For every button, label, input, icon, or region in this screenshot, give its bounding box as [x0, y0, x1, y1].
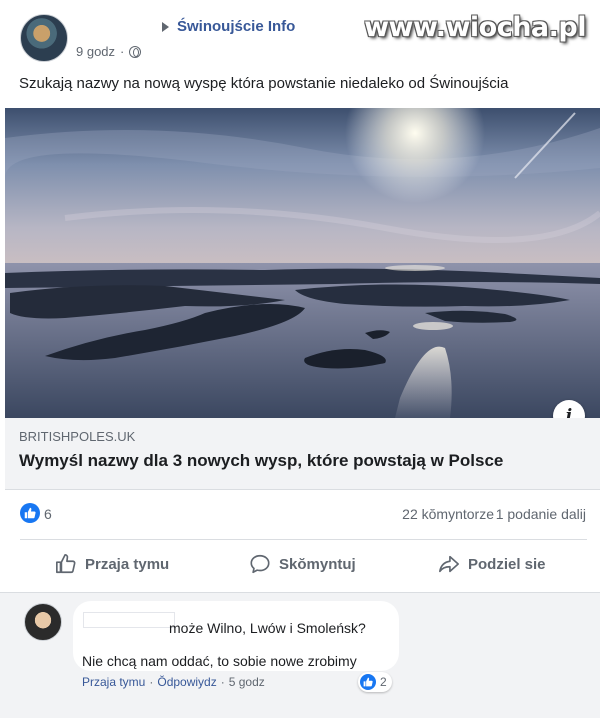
thumbs-up-glyph [24, 507, 36, 519]
redacted-commenter-name [83, 612, 175, 628]
share-button-label: Podziel sie [468, 555, 546, 573]
comment-bubble: może Wilno, Lwów i Smoleńsk? Nie chcą na… [73, 601, 399, 671]
comments-section: może Wilno, Lwów i Smoleńsk? Nie chcą na… [0, 592, 600, 718]
comment-time[interactable]: 5 godz [229, 675, 265, 689]
link-title[interactable]: Wymyśl nazwy dla 3 nowych wysp, które po… [19, 451, 503, 471]
post-header: Świnoujście Info 9 godz · www.wiocha.pl [0, 0, 600, 70]
shares-count[interactable]: 1 podanie dalij [496, 506, 586, 522]
comments-count[interactable]: 22 kŏmyntorze [402, 506, 494, 522]
play-icon [162, 21, 169, 32]
aerial-lagoon-photo [5, 108, 600, 418]
post-time[interactable]: 9 godz [76, 44, 115, 59]
link-preview-image[interactable] [5, 108, 600, 418]
comment-button-label: Skŏmyntuj [279, 555, 356, 573]
share-icon [439, 555, 459, 573]
thumbs-up-icon [56, 554, 76, 574]
comment-reaction-badge[interactable]: 2 [358, 672, 392, 692]
page-avatar[interactable] [20, 14, 68, 62]
comment-like-link[interactable]: Przaja tymu [82, 675, 145, 689]
page-name-row: Świnoujście Info [162, 18, 295, 35]
link-preview-box[interactable]: BRITISHPOLES.UK Wymyśl nazwy dla 3 nowyc… [5, 418, 600, 490]
globe-icon [129, 45, 142, 58]
separator: · [149, 675, 154, 689]
comment-actions: Przaja tymu · Ŏdpowiydz · 5 godz [82, 675, 265, 689]
comment-icon [250, 554, 270, 574]
reaction-count[interactable]: 6 [44, 506, 52, 522]
post-meta: 9 godz · [76, 44, 142, 59]
meta-separator: · [120, 44, 125, 59]
post-text: Szukają nazwy na nową wyspę która powsta… [19, 75, 509, 92]
post-stats: 6 22 kŏmyntorze 1 podanie dalij [0, 498, 600, 532]
separator: · [220, 675, 225, 689]
page-name-link[interactable]: Świnoujście Info [177, 18, 295, 35]
like-bubble-icon[interactable] [20, 503, 40, 523]
comment-reply-link[interactable]: Ŏdpowiydz [157, 675, 216, 689]
comment-text-line1: może Wilno, Lwów i Smoleńsk? [169, 620, 366, 636]
comment-text-line2: Nie chcą nam oddać, to sobie nowe zrobim… [82, 653, 357, 669]
thumbs-up-glyph [363, 677, 373, 687]
like-bubble-icon [360, 674, 376, 690]
link-domain: BRITISHPOLES.UK [19, 429, 136, 444]
like-button[interactable]: Przaja tymu [55, 545, 169, 583]
divider [20, 539, 587, 540]
watermark: www.wiocha.pl [364, 12, 586, 43]
post-actions: Przaja tymu Skŏmyntuj Podziel sie [0, 545, 600, 583]
like-button-label: Przaja tymu [85, 555, 170, 573]
comment-button[interactable]: Skŏmyntuj [249, 545, 356, 583]
commenter-avatar[interactable] [24, 603, 62, 641]
comment-reaction-count: 2 [380, 675, 387, 689]
share-button[interactable]: Podziel sie [438, 545, 546, 583]
